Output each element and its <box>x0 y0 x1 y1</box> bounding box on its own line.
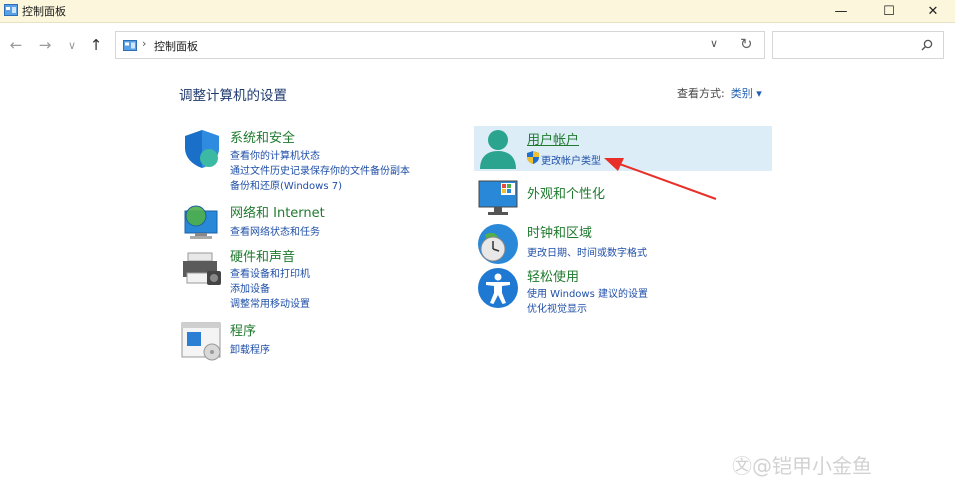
link-network-status[interactable]: 查看网络状态和任务 <box>230 223 320 238</box>
category-title-ease-of-access[interactable]: 轻松使用 <box>527 266 579 285</box>
address-dropdown-icon[interactable]: ∨ <box>710 37 718 50</box>
category-title-programs[interactable]: 程序 <box>230 320 256 339</box>
view-by-label: 查看方式: <box>677 87 725 100</box>
user-icon <box>480 130 516 169</box>
category-programs: 程序 卸载程序 <box>181 321 441 361</box>
search-icon[interactable] <box>921 39 933 51</box>
link-devices-printers[interactable]: 查看设备和打印机 <box>230 265 310 280</box>
link-view-computer-status[interactable]: 查看你的计算机状态 <box>230 147 320 162</box>
breadcrumb-separator-icon: › <box>142 37 147 50</box>
category-title-clock-region[interactable]: 时钟和区域 <box>527 222 592 241</box>
link-uninstall-program[interactable]: 卸载程序 <box>230 341 270 356</box>
watermark: ㉆@铠甲小金鱼 <box>732 454 872 478</box>
recent-locations-button[interactable]: ∨ <box>60 33 84 57</box>
minimize-button[interactable]: — <box>818 0 864 22</box>
view-by: 查看方式: 类别 ▾ <box>677 85 762 101</box>
shield-icon <box>185 130 219 168</box>
close-icon: ✕ <box>927 3 939 19</box>
category-title-system-security[interactable]: 系统和安全 <box>230 127 295 146</box>
link-change-account-type[interactable]: 更改帐户类型 <box>541 152 601 167</box>
view-by-dropdown[interactable]: 类别 ▾ <box>731 87 762 100</box>
window-title: 控制面板 <box>22 5 66 18</box>
maximize-icon: ☐ <box>883 3 895 19</box>
link-recommended-settings[interactable]: 使用 Windows 建议的设置 <box>527 285 648 300</box>
link-add-device[interactable]: 添加设备 <box>230 280 270 295</box>
control-panel-icon <box>123 40 137 51</box>
back-arrow-icon: ← <box>9 36 23 54</box>
forward-button[interactable]: → <box>33 33 57 57</box>
navigation-bar: ← → ∨ ↑ › 控制面板 ∨ ↻ <box>0 23 955 67</box>
printer-icon <box>183 252 221 285</box>
link-file-history[interactable]: 通过文件历史记录保存你的文件备份副本 <box>230 162 410 177</box>
category-ease-of-access: 轻松使用 使用 Windows 建议的设置 优化视觉显示 <box>477 267 767 317</box>
control-panel-icon <box>4 4 18 16</box>
link-change-date-time-format[interactable]: 更改日期、时间或数字格式 <box>527 244 647 259</box>
refresh-icon[interactable]: ↻ <box>740 35 753 53</box>
back-button[interactable]: ← <box>4 33 28 57</box>
category-network: 网络和 Internet 查看网络状态和任务 <box>181 201 441 241</box>
programs-icon <box>181 322 221 361</box>
maximize-button[interactable]: ☐ <box>866 0 912 22</box>
up-button[interactable]: ↑ <box>84 33 108 57</box>
uac-shield-icon <box>527 151 539 164</box>
forward-arrow-icon: → <box>38 36 52 54</box>
link-mobility-settings[interactable]: 调整常用移动设置 <box>230 295 310 310</box>
accessibility-icon <box>478 268 518 308</box>
clock-globe-icon <box>478 224 518 264</box>
minimize-icon: — <box>834 3 848 19</box>
category-title-appearance[interactable]: 外观和个性化 <box>527 183 605 202</box>
close-button[interactable]: ✕ <box>910 0 955 22</box>
address-bar[interactable]: › 控制面板 ∨ ↻ <box>115 31 765 59</box>
category-user-accounts: 用户帐户 更改帐户类型 <box>477 129 767 173</box>
category-system-security: 系统和安全 查看你的计算机状态 通过文件历史记录保存你的文件备份副本 备份和还原… <box>181 127 441 192</box>
up-arrow-icon: ↑ <box>89 36 103 54</box>
link-backup-restore[interactable]: 备份和还原(Windows 7) <box>230 177 342 192</box>
page-title: 调整计算机的设置 <box>179 88 287 104</box>
category-title-network[interactable]: 网络和 Internet <box>230 202 325 221</box>
category-appearance: 外观和个性化 <box>477 177 767 219</box>
category-title-hardware-sound[interactable]: 硬件和声音 <box>230 246 295 265</box>
title-bar: 控制面板 — ☐ ✕ <box>0 0 955 23</box>
category-title-user-accounts[interactable]: 用户帐户 <box>527 129 579 148</box>
network-icon <box>184 205 218 239</box>
link-optimize-visual-display[interactable]: 优化视觉显示 <box>527 300 587 315</box>
search-box[interactable] <box>772 31 944 59</box>
chevron-down-icon: ∨ <box>67 38 77 52</box>
breadcrumb-control-panel[interactable]: 控制面板 <box>154 38 198 54</box>
category-hardware-sound: 硬件和声音 查看设备和打印机 添加设备 调整常用移动设置 <box>181 246 441 310</box>
category-clock-region: 时钟和区域 更改日期、时间或数字格式 <box>477 223 767 265</box>
search-input[interactable] <box>777 35 921 57</box>
monitor-icon <box>478 180 518 215</box>
